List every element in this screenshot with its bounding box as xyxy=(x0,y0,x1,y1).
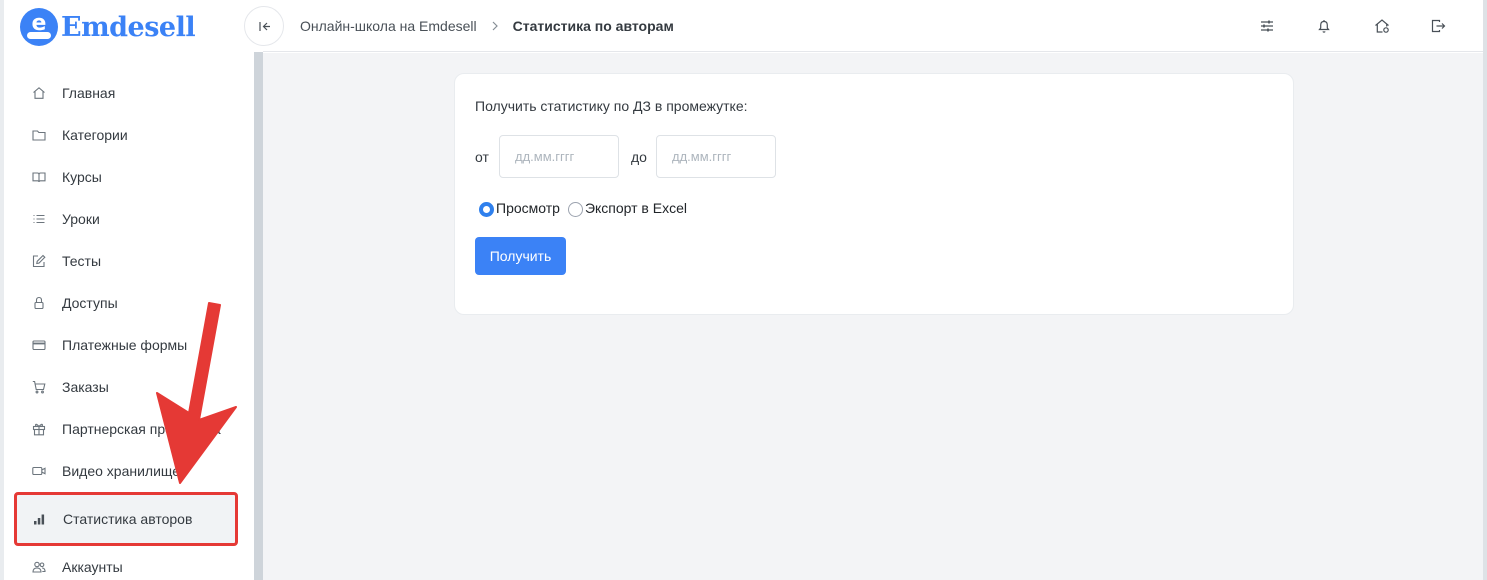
sidebar-item-tests[interactable]: Тесты xyxy=(16,240,238,282)
lock-icon xyxy=(32,296,46,310)
credit-card-icon xyxy=(32,338,46,352)
bar-chart-icon xyxy=(32,512,46,526)
sidebar-item-label: Курсы xyxy=(62,169,102,185)
sidebar-item-video-storage[interactable]: Видео хранилище xyxy=(16,450,238,492)
logout-icon[interactable] xyxy=(1430,18,1446,34)
sidebar-item-access[interactable]: Доступы xyxy=(16,282,238,324)
sidebar-item-courses[interactable]: Курсы xyxy=(16,156,238,198)
sidebar-scrollbar[interactable] xyxy=(254,52,263,580)
sidebar-item-label: Видео хранилище xyxy=(62,463,181,479)
sidebar-item-label: Доступы xyxy=(62,295,118,311)
sidebar: e Emdesell Главная Категории Курсы Уроки… xyxy=(4,0,254,580)
sidebar-nav: Главная Категории Курсы Уроки Тесты Дост… xyxy=(14,72,238,580)
date-to-label: до xyxy=(631,149,647,165)
gift-icon xyxy=(32,422,46,436)
logo-icon: e xyxy=(20,8,58,46)
sidebar-item-orders[interactable]: Заказы xyxy=(16,366,238,408)
sidebar-item-label: Уроки xyxy=(62,211,100,227)
sidebar-item-author-stats[interactable]: Статистика авторов xyxy=(14,492,238,546)
stats-form-card: Получить статистику по ДЗ в промежутке: … xyxy=(454,73,1294,315)
brand-name: Emdesell xyxy=(61,11,196,43)
breadcrumb-home-link[interactable]: Онлайн-школа на Emdesell xyxy=(300,18,477,34)
date-from-input[interactable] xyxy=(499,135,619,178)
sidebar-item-label: Статистика авторов xyxy=(63,511,193,527)
get-stats-button[interactable]: Получить xyxy=(475,237,566,275)
collapse-arrow-icon xyxy=(258,21,270,31)
radio-view[interactable] xyxy=(479,202,494,217)
home-settings-icon[interactable] xyxy=(1374,18,1390,34)
book-icon xyxy=(32,170,46,184)
sidebar-item-label: Категории xyxy=(62,127,128,143)
sidebar-item-lessons[interactable]: Уроки xyxy=(16,198,238,240)
sidebar-item-label: Аккаунты xyxy=(62,559,123,575)
sidebar-item-label: Заказы xyxy=(62,379,109,395)
folder-icon xyxy=(32,128,46,142)
users-icon xyxy=(32,560,46,574)
sidebar-item-label: Партнерская программа xyxy=(62,421,221,437)
radio-export-excel-label[interactable]: Экспорт в Excel xyxy=(585,200,687,216)
form-title: Получить статистику по ДЗ в промежутке: xyxy=(475,98,748,114)
sidebar-collapse-button[interactable] xyxy=(244,6,284,46)
cart-icon xyxy=(32,380,46,394)
date-from-label: от xyxy=(475,149,489,165)
sidebar-item-partner-program[interactable]: Партнерская программа xyxy=(16,408,238,450)
sidebar-item-label: Главная xyxy=(62,85,116,101)
mode-radio-group: Просмотр Экспорт в Excel xyxy=(479,199,695,217)
radio-export-excel[interactable] xyxy=(567,202,583,217)
edit-icon xyxy=(32,254,46,268)
chevron-right-icon xyxy=(491,21,499,31)
sidebar-item-home[interactable]: Главная xyxy=(16,72,238,114)
page-title: Статистика по авторам xyxy=(512,18,674,34)
sidebar-item-payment-forms[interactable]: Платежные формы xyxy=(16,324,238,366)
video-icon xyxy=(32,464,46,478)
sidebar-item-categories[interactable]: Категории xyxy=(16,114,238,156)
page-scrollbar[interactable] xyxy=(1483,0,1487,580)
date-to-input[interactable] xyxy=(656,135,776,178)
brand-logo[interactable]: e Emdesell xyxy=(19,7,196,47)
sliders-icon[interactable] xyxy=(1259,18,1275,34)
home-icon xyxy=(32,86,46,100)
radio-view-label[interactable]: Просмотр xyxy=(496,200,560,216)
sidebar-item-label: Платежные формы xyxy=(62,337,188,353)
breadcrumb: Онлайн-школа на Emdesell Статистика по а… xyxy=(300,0,674,52)
sidebar-item-accounts[interactable]: Аккаунты xyxy=(16,546,238,580)
list-icon xyxy=(32,212,46,226)
sidebar-item-label: Тесты xyxy=(62,253,102,269)
bell-icon[interactable] xyxy=(1316,18,1332,34)
